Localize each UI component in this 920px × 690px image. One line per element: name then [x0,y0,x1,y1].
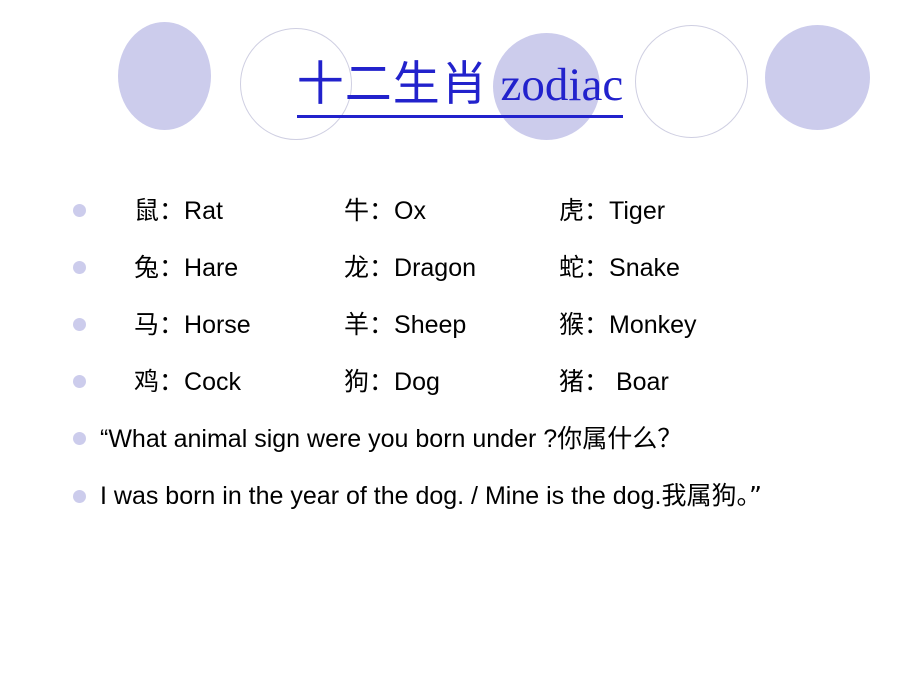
bullet-dot-icon [73,375,86,388]
zodiac-cell-horse: 马：Horse [134,296,251,354]
zodiac-cell-hare-en: Hare [184,254,239,282]
zodiac-cell-dog-cn: 狗： [344,367,395,396]
zodiac-cell-boar-en: Boar [609,368,669,396]
zodiac-cell-ox-en: Ox [394,197,426,225]
zodiac-cell-tiger-cn: 虎： [559,196,610,225]
zodiac-cell-horse-cn: 马： [134,310,185,339]
zodiac-cell-hare: 兔：Hare [134,239,238,297]
zodiac-cell-dragon-en: Dragon [394,254,477,282]
zodiac-cell-dragon-cn: 龙： [344,253,395,282]
zodiac-cell-dog-en: Dog [394,368,440,396]
zodiac-cell-sheep-cn: 羊： [344,310,395,339]
zodiac-cell-horse-en: Horse [184,311,251,339]
answer-sentence-cn: 我属狗。” [661,481,762,510]
zodiac-cell-rat: 鼠：Rat [134,182,223,240]
slide-title-underline: 十二生肖 zodiac [296,56,624,118]
zodiac-cell-monkey-en: Monkey [609,311,697,339]
zodiac-cell-monkey: 猴：Monkey [559,296,697,354]
zodiac-row-1: 鼠：Rat 牛：Ox 虎：Tiger [100,182,906,239]
zodiac-cell-boar: 猪： Boar [559,353,669,411]
list-item: “What animal sign were you born under ?你… [66,410,906,468]
zodiac-cell-sheep-en: Sheep [394,311,467,339]
zodiac-row-2: 兔：Hare 龙：Dragon 蛇：Snake [100,239,906,296]
slide-title-english: zodiac [488,59,624,111]
bullet-dot-icon [73,490,86,503]
zodiac-cell-tiger-en: Tiger [609,197,666,225]
bullet-dot-icon [73,261,86,274]
list-item: 鸡：Cock 狗：Dog 猪： Boar [66,353,906,410]
zodiac-cell-dog: 狗：Dog [344,353,440,411]
answer-sentence-en: I was born in the year of the dog. / Min… [100,482,662,510]
zodiac-cell-ox-cn: 牛： [344,196,395,225]
zodiac-cell-cock-en: Cock [184,368,241,396]
bullet-dot-icon [73,432,86,445]
bullet-dot-icon [73,318,86,331]
zodiac-row-3: 马：Horse 羊：Sheep 猴：Monkey [100,296,906,353]
zodiac-cell-rat-cn: 鼠： [134,196,185,225]
zodiac-cell-ox: 牛：Ox [344,182,426,240]
zodiac-cell-rat-en: Rat [184,197,223,225]
question-sentence-en: “What animal sign were you born under ? [100,425,558,453]
list-item: I was born in the year of the dog. / Min… [66,468,906,525]
list-item: 马：Horse 羊：Sheep 猴：Monkey [66,296,906,353]
slide-canvas: 十二生肖 zodiac 鼠：Rat 牛：Ox 虎：Tiger 兔：Hare 龙：… [0,0,920,690]
slide-title-chinese: 十二生肖 [296,57,489,112]
zodiac-cell-cock-cn: 鸡： [134,367,185,396]
zodiac-cell-dragon: 龙：Dragon [344,239,476,297]
zodiac-row-4: 鸡：Cock 狗：Dog 猪： Boar [100,353,906,410]
slide-body: 鼠：Rat 牛：Ox 虎：Tiger 兔：Hare 龙：Dragon 蛇：Sna… [66,182,906,525]
zodiac-cell-boar-cn: 猪： [559,367,610,396]
zodiac-cell-snake: 蛇：Snake [559,239,680,297]
zodiac-cell-cock: 鸡：Cock [134,353,241,411]
bullet-dot-icon [73,204,86,217]
zodiac-cell-hare-cn: 兔： [134,253,185,282]
zodiac-cell-tiger: 虎：Tiger [559,182,665,240]
slide-title: 十二生肖 zodiac [0,56,920,118]
list-item: 兔：Hare 龙：Dragon 蛇：Snake [66,239,906,296]
question-sentence-cn: 你属什么？ [557,424,683,453]
list-item: 鼠：Rat 牛：Ox 虎：Tiger [66,182,906,239]
zodiac-cell-sheep: 羊：Sheep [344,296,466,354]
question-sentence: “What animal sign were you born under ?你… [100,424,683,453]
zodiac-cell-monkey-cn: 猴： [559,310,610,339]
zodiac-cell-snake-en: Snake [609,254,680,282]
zodiac-cell-snake-cn: 蛇： [559,253,610,282]
answer-sentence: I was born in the year of the dog. / Min… [100,481,762,510]
